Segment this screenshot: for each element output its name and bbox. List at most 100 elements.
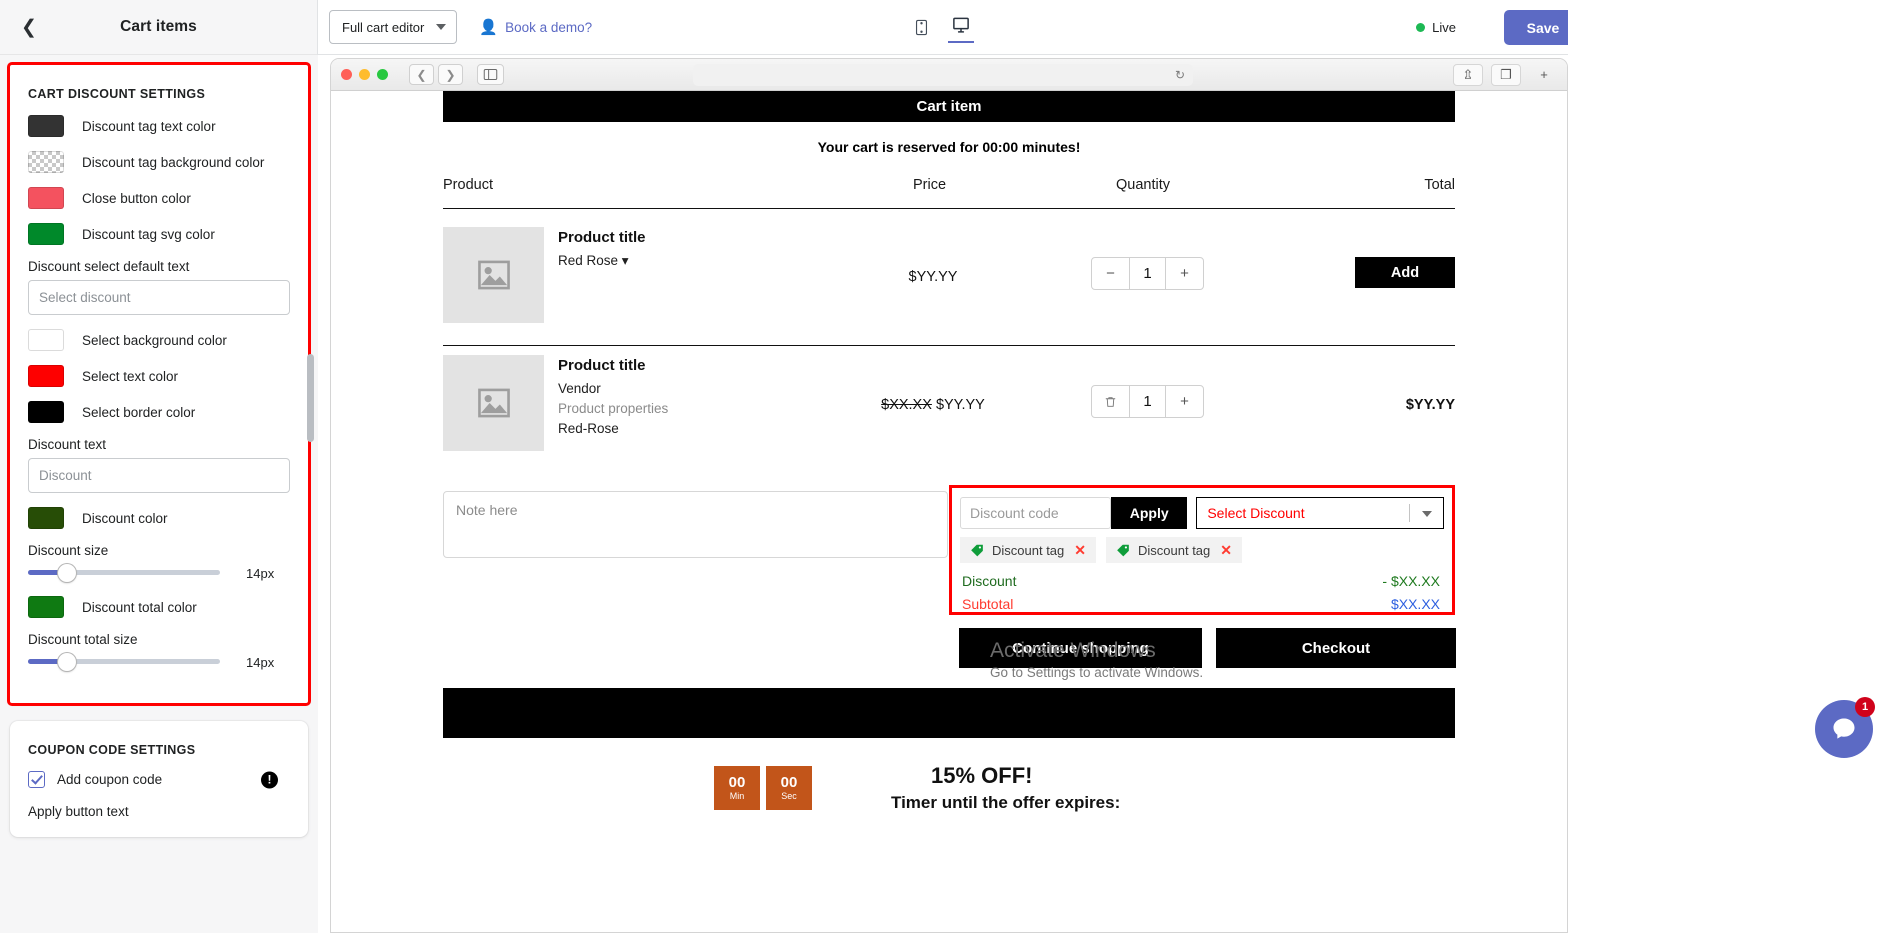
window-maximize-dot[interactable] <box>377 69 388 80</box>
discount-text-input[interactable]: Discount <box>28 458 290 493</box>
setting-select-text-color[interactable]: Select text color <box>28 365 290 387</box>
duplicate-tabs-icon[interactable]: ❐ <box>1491 63 1521 86</box>
timer-minutes-label: Min <box>729 791 745 801</box>
cart-discount-settings-card: CART DISCOUNT SETTINGS Discount tag text… <box>7 62 311 706</box>
product-properties: Product properties <box>558 401 669 416</box>
discount-size-slider[interactable] <box>28 564 220 582</box>
product-variant[interactable]: Red Rose ▾ <box>558 251 646 271</box>
app-window: ❮ Cart items CART DISCOUNT SETTINGS Disc… <box>0 0 1568 933</box>
person-icon: 👤 <box>479 19 499 36</box>
continue-shopping-button[interactable]: Continue shopping <box>959 628 1202 668</box>
summary-value-subtotal: $XX.XX <box>1390 596 1440 612</box>
book-a-demo-link[interactable]: 👤 Book a demo? <box>479 18 592 36</box>
offer-title: 15% OFF! <box>931 763 1033 788</box>
cart-preview-page: Cart item Your cart is reserved for 00:0… <box>331 91 1567 932</box>
color-swatch[interactable] <box>28 401 64 423</box>
column-header-product: Product <box>443 177 493 193</box>
summary-label-discount: Discount <box>962 573 1017 589</box>
product-vendor: Vendor <box>558 381 601 396</box>
setting-discount-color[interactable]: Discount color <box>28 507 290 529</box>
color-swatch[interactable] <box>28 507 64 529</box>
setting-close-button-color[interactable]: Close button color <box>28 187 290 209</box>
color-swatch-transparent[interactable] <box>28 151 64 173</box>
summary-value-discount: - $XX.XX <box>1382 573 1440 589</box>
close-icon[interactable]: ✕ <box>1220 542 1232 559</box>
setting-select-border-color[interactable]: Select border color <box>28 401 290 423</box>
timer-minutes: 00 Min <box>714 766 760 810</box>
cart-note-input[interactable]: Note here <box>443 491 948 558</box>
quantity-decrease-button[interactable]: − <box>1092 258 1129 289</box>
save-button[interactable]: Save <box>1504 10 1568 45</box>
browser-reload-icon[interactable]: ↻ <box>1175 68 1185 82</box>
sidebar-scroll-area: CART DISCOUNT SETTINGS Discount tag text… <box>0 55 318 933</box>
new-tab-icon[interactable]: + <box>1529 64 1559 86</box>
add-button[interactable]: Add <box>1355 257 1455 288</box>
add-coupon-code-row[interactable]: Add coupon code ! <box>28 771 290 788</box>
swatch-label: Close button color <box>82 190 191 206</box>
browser-forward-icon[interactable]: ❯ <box>438 64 463 85</box>
label-discount-size: Discount size <box>28 543 109 558</box>
sidebar-header: ❮ Cart items <box>0 0 317 55</box>
window-close-dot[interactable] <box>341 69 352 80</box>
discount-code-row: Discount code Apply Select Discount <box>960 497 1445 529</box>
mobile-preview-icon[interactable] <box>908 13 934 43</box>
discount-size-row: 14px <box>28 564 290 582</box>
setting-discount-tag-text-color[interactable]: Discount tag text color <box>28 115 290 137</box>
chat-widget-button[interactable]: 1 <box>1815 697 1875 758</box>
quantity-increase-button[interactable]: + <box>1166 386 1203 417</box>
label-discount-select-default-text: Discount select default text <box>28 259 190 274</box>
product-price-original: $XX.XX <box>881 397 932 413</box>
setting-select-background-color[interactable]: Select background color <box>28 329 290 351</box>
quantity-stepper: 1 + <box>1091 385 1204 418</box>
discount-code-input[interactable]: Discount code <box>960 497 1112 529</box>
discount-select-default-text-input[interactable]: Select discount <box>28 280 290 315</box>
chevron-down-icon <box>1422 511 1433 517</box>
select-discount-dropdown[interactable]: Select Discount <box>1196 497 1445 529</box>
browser-url-bar[interactable]: ↻ <box>693 63 1193 86</box>
color-swatch[interactable] <box>28 223 64 245</box>
color-swatch[interactable] <box>28 329 64 351</box>
back-chevron-icon[interactable]: ❮ <box>12 0 46 55</box>
swatch-label: Select border color <box>82 404 196 420</box>
window-minimize-dot[interactable] <box>359 69 370 80</box>
color-swatch[interactable] <box>28 115 64 137</box>
setting-discount-tag-svg-color[interactable]: Discount tag svg color <box>28 223 290 245</box>
close-icon[interactable]: ✕ <box>1074 542 1086 559</box>
timer-minutes-value: 00 <box>728 774 746 791</box>
apply-discount-button[interactable]: Apply <box>1111 497 1188 529</box>
product-info: Product title Red Rose ▾ <box>558 229 646 271</box>
sidebar-scrollbar[interactable] <box>307 354 314 442</box>
remove-item-trash-icon[interactable] <box>1092 386 1129 417</box>
editor-mode-select[interactable]: Full cart editor <box>329 10 458 44</box>
discount-tag: Discount tag ✕ <box>1106 537 1242 563</box>
discount-tag-label: Discount tag <box>992 542 1065 558</box>
checkout-button[interactable]: Checkout <box>1216 628 1456 668</box>
chevron-down-icon <box>436 24 447 30</box>
add-coupon-code-checkbox[interactable] <box>28 771 45 788</box>
browser-sidebar-panel-icon[interactable] <box>477 64 504 85</box>
section-title-cart-discount: CART DISCOUNT SETTINGS <box>28 87 206 101</box>
product-price-current: $YY.YY <box>935 397 985 413</box>
column-header-quantity: Quantity <box>1116 177 1170 193</box>
slider-knob[interactable] <box>58 653 76 671</box>
info-icon[interactable]: ! <box>261 771 278 788</box>
discount-total-size-slider[interactable] <box>28 653 220 671</box>
color-swatch[interactable] <box>28 187 64 209</box>
setting-discount-total-color[interactable]: Discount total color <box>28 596 290 618</box>
desktop-preview-icon[interactable] <box>948 13 974 43</box>
timer-seconds-label: Sec <box>781 791 797 801</box>
color-swatch[interactable] <box>28 365 64 387</box>
quantity-stepper: − 1 + <box>1091 257 1204 290</box>
share-icon[interactable]: ⇫ <box>1453 63 1483 86</box>
quantity-increase-button[interactable]: + <box>1166 258 1203 289</box>
quantity-input[interactable]: 1 <box>1129 386 1166 417</box>
footer-black-strip <box>443 688 1455 738</box>
color-swatch[interactable] <box>28 596 64 618</box>
product-title: Product title <box>558 229 646 246</box>
slider-knob[interactable] <box>58 564 76 582</box>
swatch-label: Discount tag svg color <box>82 226 215 242</box>
quantity-input[interactable]: 1 <box>1129 258 1166 289</box>
setting-discount-tag-background-color[interactable]: Discount tag background color <box>28 151 290 173</box>
browser-back-icon[interactable]: ❮ <box>409 64 434 85</box>
cart-discount-panel: Discount code Apply Select Discount Disc… <box>949 485 1455 615</box>
